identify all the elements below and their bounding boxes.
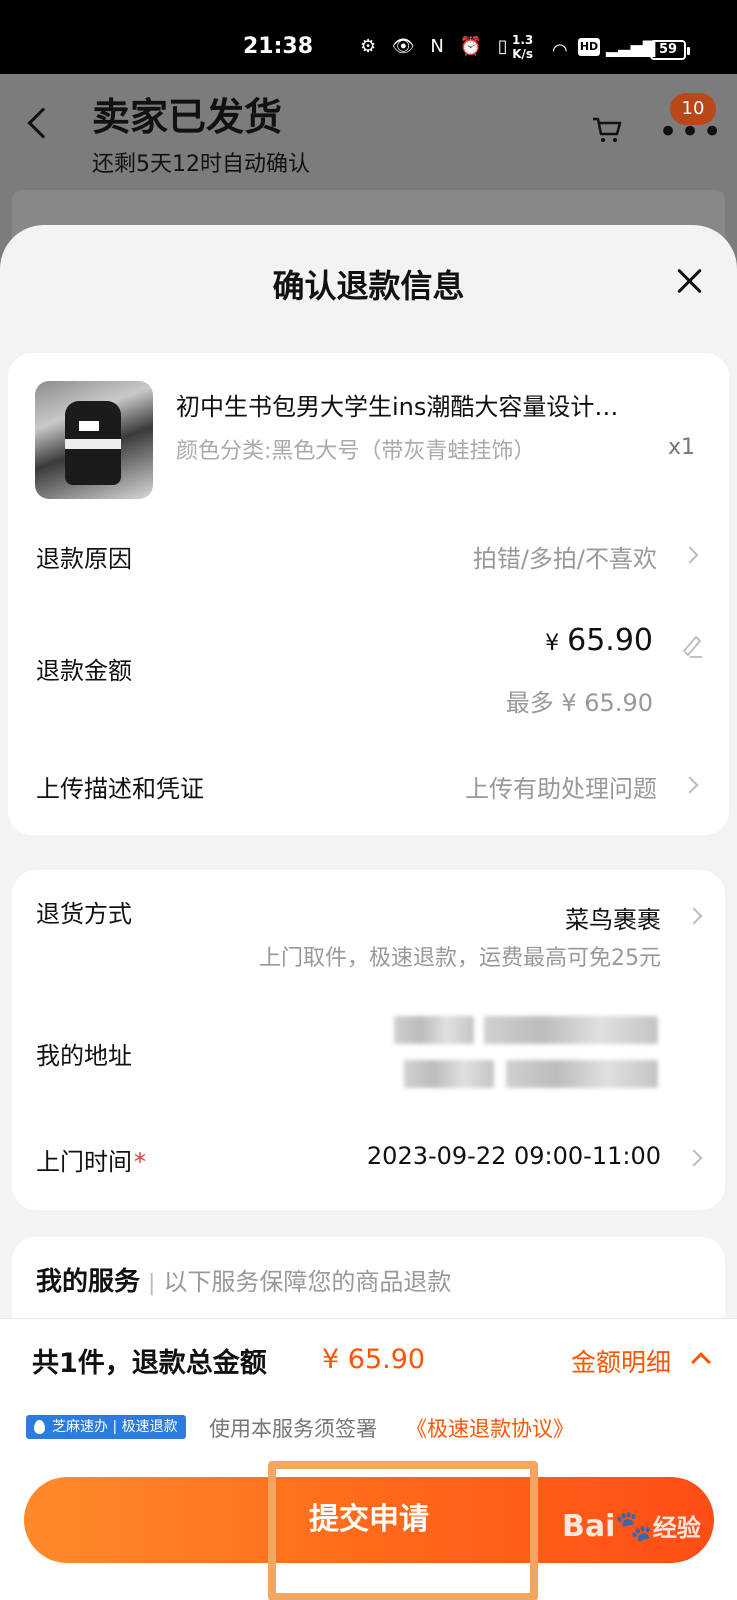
address-blurred [394,1016,474,1044]
order-status-subtitle: 还剩5天12时自动确认 [92,152,310,177]
agreement-link[interactable]: 《极速退款协议》 [406,1413,574,1443]
refund-reason-value[interactable]: 拍错/多拍/不喜欢 [473,539,657,574]
battery-icon: 59 [650,40,690,60]
status-time: 21:38 [243,34,314,59]
pickup-time-label: 上门时间* [36,1142,146,1177]
chevron-right-icon [685,907,703,925]
drop-icon [34,1420,45,1434]
return-method-note: 上门取件，极速退款，运费最高可免25元 [259,946,661,971]
upload-evidence-value[interactable]: 上传有助处理问题 [465,769,657,804]
total-label: 共1件，退款总金额 [32,1348,267,1379]
my-address-label: 我的地址 [36,1042,132,1070]
chevron-right-icon [681,546,699,564]
cart-icon[interactable] [592,116,622,144]
network-speed-unit: K/s [512,47,534,61]
product-name: 初中生书包男大学生ins潮酷大容量设计… [176,393,619,421]
upload-evidence-label: 上传描述和凭证 [36,775,204,803]
required-star: * [134,1148,146,1176]
bottom-bar: 共1件，退款总金额 ¥ 65.90 金额明细 芝麻速办 | 极速退款 使用本服务… [0,1318,737,1600]
services-title-text: 我的服务 [36,1267,141,1297]
refund-amount-max: 最多 ¥ 65.90 [505,689,653,717]
highlight-box [268,1461,538,1600]
address-blurred [506,1060,658,1088]
more-icon[interactable]: ••• [658,115,724,149]
currency-symbol: ¥ [545,631,560,656]
address-blurred [404,1060,494,1088]
zhima-badge-text: 芝麻速办 | 极速退款 [52,1419,178,1435]
return-method-card: 退货方式 菜鸟裹裹 上门取件，极速退款，运费最高可免25元 我的地址 上门时间*… [12,870,725,1210]
agreement-text: 使用本服务须签署 [209,1417,377,1441]
sheet-title: 确认退款信息 [272,267,465,305]
product-quantity: x1 [668,435,696,460]
cart-count-badge: 10 [670,93,716,125]
return-method-label: 退货方式 [36,900,132,928]
services-title: 我的服务 | 以下服务保障您的商品退款 [36,1261,451,1298]
amount-detail-link[interactable]: 金额明细 [571,1343,671,1379]
backpack-stripe [65,439,121,449]
pickup-time-value[interactable]: 2023-09-22 09:00-11:00 [367,1142,661,1170]
refund-amount-label: 退款金额 [36,657,132,685]
watermark-brand: Bai [562,1509,616,1544]
address-blurred [484,1016,658,1044]
product-image [35,381,153,499]
chevron-up-icon[interactable] [691,1352,711,1372]
zhima-badge: 芝麻速办 | 极速退款 [26,1415,186,1439]
chevron-right-icon [685,1149,703,1167]
watermark-brand-cn: 经验 [652,1514,701,1542]
order-status-title: 卖家已发货 [92,95,283,139]
baidu-watermark: Bai🐾经验 [562,1508,701,1544]
chevron-right-icon [681,776,699,794]
refund-info-card: 初中生书包男大学生ins潮酷大容量设计… 颜色分类:黑色大号（带灰青蛙挂饰） x… [8,353,729,835]
status-icons: ⚙ 👁 N ⏰ ▯ [360,36,513,57]
paw-icon: 🐾 [615,1509,653,1544]
pickup-time-label-text: 上门时间 [36,1148,132,1176]
backpack-patch [79,421,99,431]
refund-amount-number: 65.90 [567,623,653,658]
edit-icon[interactable] [680,631,704,659]
hd-icon: HD [578,38,600,56]
total-amount: ¥ 65.90 [322,1344,426,1375]
services-note: 以下服务保障您的商品退款 [163,1268,452,1296]
network-speed: 1.3 K/s [512,33,533,61]
wifi-icon: ◠ [552,40,568,61]
signal-icon: ▂▃▅▇ [606,38,656,57]
return-method-value[interactable]: 菜鸟裹裹 [565,900,661,935]
refund-amount-value[interactable]: ¥65.90 [545,623,653,658]
services-separator: | [148,1271,156,1296]
close-icon[interactable] [674,265,706,297]
refund-reason-label: 退款原因 [36,545,132,573]
network-speed-value: 1.3 [512,33,534,47]
status-bar: 21:38 ⚙ 👁 N ⏰ ▯ 1.3 K/s ◠ HD ▂▃▅▇ 59 [0,0,737,74]
product-sku: 颜色分类:黑色大号（带灰青蛙挂饰） [176,439,536,464]
